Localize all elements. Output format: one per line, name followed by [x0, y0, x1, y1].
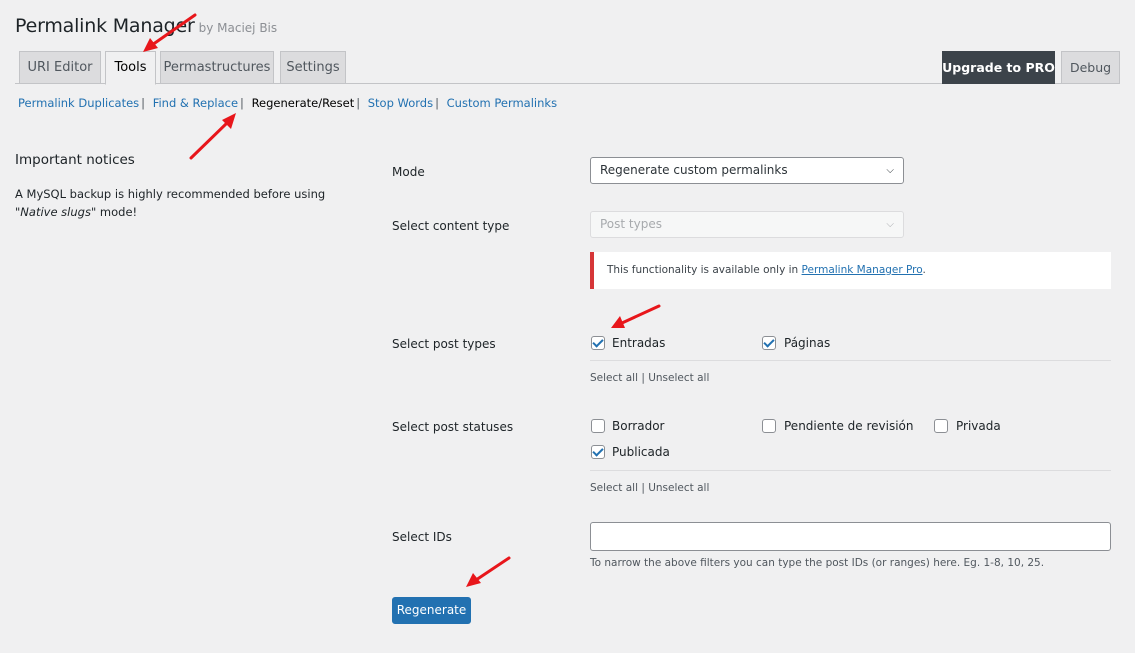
content-type-select: Post types ⌵ — [590, 211, 904, 238]
subnav-separator: | — [141, 96, 146, 110]
divider — [590, 360, 1111, 361]
select-ids-label: Select IDs — [392, 530, 452, 544]
checkbox-label-borrador: Borrador — [612, 419, 665, 433]
checkbox-label-publicada: Publicada — [612, 445, 670, 459]
annotation-arrow-regenerate-button — [466, 556, 511, 587]
mode-select[interactable]: Regenerate custom permalinks ⌵ — [590, 157, 904, 184]
subnav-regenerate-reset[interactable]: Regenerate/Reset — [252, 96, 355, 110]
select-all-link[interactable]: Select all — [590, 372, 638, 384]
plugin-byline: by Maciej Bis — [198, 21, 278, 35]
pro-only-notice: This functionality is available only in … — [590, 252, 1111, 289]
plugin-title: Permalink Manager — [15, 15, 195, 37]
checkbox-label-paginas: Páginas — [784, 336, 831, 350]
mode-select-value: Regenerate custom permalinks — [600, 163, 788, 177]
select-all-link[interactable]: Select all — [590, 482, 638, 494]
upgrade-pro-button[interactable]: Upgrade to PRO — [942, 51, 1055, 84]
post-types-select-links: Select all | Unselect all — [590, 372, 710, 384]
checkbox-label-pendiente: Pendiente de revisión — [784, 419, 914, 433]
regenerate-button[interactable]: Regenerate — [392, 597, 471, 624]
tab-settings[interactable]: Settings — [280, 51, 346, 84]
debug-button[interactable]: Debug — [1061, 51, 1120, 84]
checkbox-borrador[interactable] — [591, 419, 605, 433]
content-type-label: Select content type — [392, 219, 510, 233]
annotation-arrow-regenerate — [189, 113, 236, 160]
tab-tools[interactable]: Tools — [105, 51, 156, 85]
subnav-separator: | — [356, 96, 361, 110]
select-ids-hint: To narrow the above filters you can type… — [590, 557, 1045, 569]
mode-label: Mode — [392, 165, 425, 179]
divider — [590, 470, 1111, 471]
unselect-all-link[interactable]: Unselect all — [648, 372, 709, 384]
subnav-separator: | — [435, 96, 439, 110]
unselect-all-link[interactable]: Unselect all — [648, 482, 709, 494]
checkbox-pendiente[interactable] — [762, 419, 776, 433]
chevron-down-icon: ⌵ — [886, 219, 894, 230]
page-title: Permalink Manager by Maciej Bis — [15, 15, 277, 37]
post-statuses-label: Select post statuses — [392, 420, 514, 434]
permalink-manager-pro-link[interactable]: Permalink Manager Pro — [802, 264, 923, 276]
checkbox-entradas[interactable] — [591, 336, 605, 350]
subnav-stop-words[interactable]: Stop Words — [368, 96, 433, 110]
notices-text: A MySQL backup is highly recommended bef… — [15, 187, 326, 219]
tab-permastructures[interactable]: Permastructures — [160, 51, 274, 84]
chevron-down-icon: ⌵ — [886, 165, 894, 176]
subnav-custom-permalinks[interactable]: Custom Permalinks — [447, 96, 557, 110]
notices-heading: Important notices — [15, 152, 135, 168]
annotation-arrow-entradas — [611, 304, 661, 328]
tools-subnav: Permalink Duplicates | Find & Replace | Re… — [18, 96, 557, 110]
subnav-find-replace[interactable]: Find & Replace — [153, 96, 238, 110]
select-ids-input[interactable] — [590, 522, 1111, 551]
content-type-select-value: Post types — [600, 217, 662, 231]
subnav-separator: | — [240, 96, 244, 110]
checkbox-privada[interactable] — [934, 419, 948, 433]
checkbox-paginas[interactable] — [762, 336, 776, 350]
post-types-label: Select post types — [392, 337, 496, 351]
checkbox-label-entradas: Entradas — [612, 336, 666, 350]
subnav-permalink-duplicates[interactable]: Permalink Duplicates — [18, 96, 139, 110]
checkbox-label-privada: Privada — [956, 419, 1001, 433]
checkbox-publicada[interactable] — [591, 445, 605, 459]
post-statuses-select-links: Select all | Unselect all — [590, 482, 710, 494]
tab-uri-editor[interactable]: URI Editor — [19, 51, 101, 84]
